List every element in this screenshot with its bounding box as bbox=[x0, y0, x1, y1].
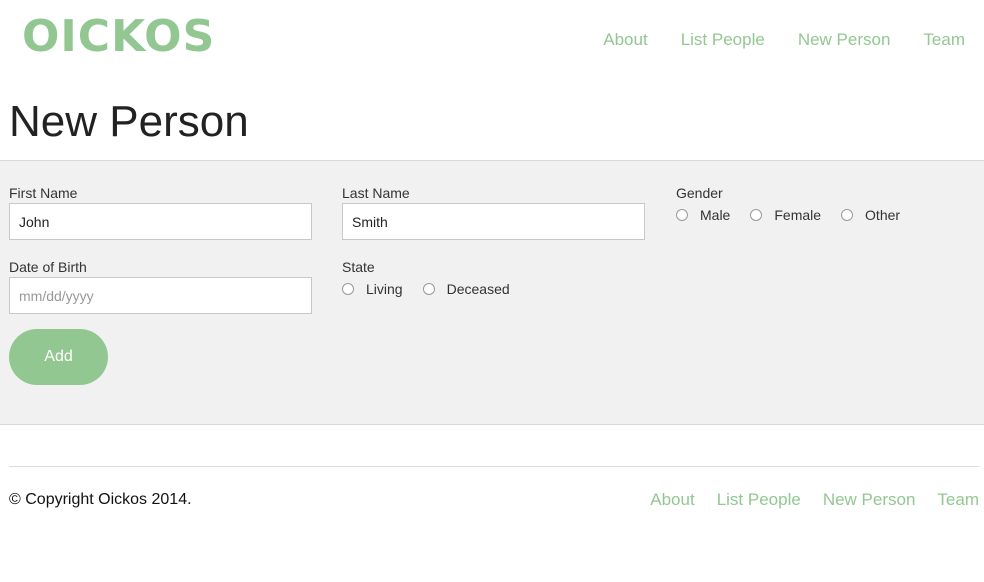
footer-new-person-link[interactable]: New Person bbox=[823, 490, 916, 510]
site-header: OICKOS About List People New Person Team bbox=[0, 0, 984, 80]
add-button[interactable]: Add bbox=[9, 329, 108, 385]
footer-divider bbox=[9, 466, 979, 467]
gender-male-label: Male bbox=[700, 207, 731, 223]
oickos-logo[interactable]: OICKOS bbox=[22, 10, 215, 64]
state-living-label: Living bbox=[366, 281, 403, 297]
state-deceased-radio[interactable]: Deceased bbox=[422, 281, 510, 297]
first-name-input[interactable] bbox=[9, 203, 312, 240]
footer-list-people-link[interactable]: List People bbox=[717, 490, 801, 510]
footer-about-link[interactable]: About bbox=[650, 490, 694, 510]
gender-other-label: Other bbox=[865, 207, 901, 223]
footer-nav: About List People New Person Team bbox=[628, 490, 979, 510]
gender-other-radio[interactable]: Other bbox=[841, 207, 900, 223]
footer-team-link[interactable]: Team bbox=[937, 490, 979, 510]
first-name-label: First Name bbox=[9, 185, 78, 201]
state-radio-group: Living Deceased bbox=[342, 281, 530, 297]
dob-label: Date of Birth bbox=[9, 259, 87, 275]
gender-male-radio[interactable]: Male bbox=[676, 207, 730, 223]
copyright-text: © Copyright Oickos 2014. bbox=[9, 491, 192, 508]
state-living-radio[interactable]: Living bbox=[342, 281, 403, 297]
main-nav: About List People New Person Team bbox=[570, 30, 965, 50]
nav-team-link[interactable]: Team bbox=[923, 30, 965, 50]
radio-circle-icon[interactable] bbox=[750, 209, 763, 221]
nav-about-link[interactable]: About bbox=[603, 30, 647, 50]
state-label: State bbox=[342, 259, 375, 275]
radio-circle-icon[interactable] bbox=[342, 283, 354, 295]
gender-radio-group: Male Female Other bbox=[676, 207, 920, 223]
new-person-form: First Name Last Name Gender Male Female … bbox=[0, 160, 984, 425]
gender-female-label: Female bbox=[774, 207, 822, 223]
page-title: New Person bbox=[9, 97, 249, 146]
last-name-input[interactable] bbox=[342, 203, 645, 240]
gender-label: Gender bbox=[676, 185, 723, 201]
dob-input[interactable] bbox=[9, 277, 312, 314]
state-deceased-label: Deceased bbox=[446, 281, 510, 297]
nav-new-person-link[interactable]: New Person bbox=[798, 30, 891, 50]
radio-circle-icon[interactable] bbox=[422, 283, 435, 295]
last-name-label: Last Name bbox=[342, 185, 410, 201]
radio-circle-icon[interactable] bbox=[676, 209, 688, 221]
nav-list-people-link[interactable]: List People bbox=[681, 30, 765, 50]
radio-circle-icon[interactable] bbox=[841, 209, 854, 221]
gender-female-radio[interactable]: Female bbox=[750, 207, 821, 223]
